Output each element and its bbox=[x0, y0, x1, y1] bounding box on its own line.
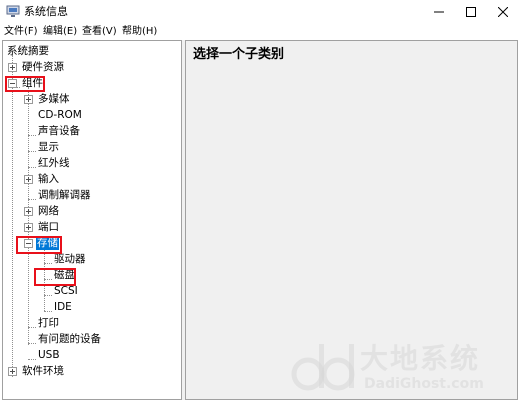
highlight-box-storage bbox=[16, 236, 62, 254]
tree-item-label: 红外线 bbox=[38, 157, 70, 169]
tree-item-ide[interactable]: IDE bbox=[3, 299, 181, 315]
window-title: 系统信息 bbox=[24, 5, 68, 18]
highlight-box-components bbox=[5, 76, 45, 92]
title-bar: 系统信息 bbox=[0, 0, 520, 24]
tree-item-label: 硬件资源 bbox=[22, 61, 64, 73]
menu-bar: 文件(F) 编辑(E) 查看(V) 帮助(H) bbox=[0, 24, 520, 40]
tree-item-label: SCSI bbox=[54, 285, 78, 297]
tree-item-problem-devices[interactable]: 有问题的设备 bbox=[3, 331, 181, 347]
tree-item-label: 有问题的设备 bbox=[38, 333, 101, 345]
tree-item-multimedia[interactable]: 多媒体 bbox=[3, 91, 181, 107]
maximize-button[interactable] bbox=[454, 0, 488, 24]
tree-item-label: IDE bbox=[54, 301, 72, 313]
menu-view[interactable]: 查看(V) bbox=[82, 25, 117, 39]
tree-item-label: USB bbox=[38, 349, 60, 361]
watermark-logo-icon bbox=[291, 344, 355, 391]
details-heading: 选择一个子类别 bbox=[193, 47, 285, 62]
tree-item-label: 网络 bbox=[38, 205, 59, 217]
tree-item-sound-devices[interactable]: 声音设备 bbox=[3, 123, 181, 139]
system-info-app-icon bbox=[6, 5, 20, 17]
tree-item-label: 声音设备 bbox=[38, 125, 80, 137]
tree-item-label: 打印 bbox=[38, 317, 59, 329]
tree-item-label: 系统摘要 bbox=[7, 45, 49, 57]
expand-icon[interactable] bbox=[24, 95, 33, 104]
close-button[interactable] bbox=[486, 0, 520, 24]
menu-file[interactable]: 文件(F) bbox=[4, 25, 38, 39]
tree-item-label: 显示 bbox=[38, 141, 59, 153]
tree-item-display[interactable]: 显示 bbox=[3, 139, 181, 155]
tree-item-label: 驱动器 bbox=[54, 253, 86, 265]
tree-item-label: 调制解调器 bbox=[38, 189, 91, 201]
highlight-box-disks bbox=[34, 268, 76, 286]
category-tree[interactable]: 系统摘要 硬件资源 组件 多媒体 CD-ROM 声音设备 显示 红外线 输入 调… bbox=[2, 40, 182, 400]
tree-item-label: 多媒体 bbox=[38, 93, 70, 105]
expand-icon[interactable] bbox=[24, 223, 33, 232]
tree-item-infrared[interactable]: 红外线 bbox=[3, 155, 181, 171]
tree-item-ports[interactable]: 端口 bbox=[3, 219, 181, 235]
expand-icon[interactable] bbox=[8, 367, 17, 376]
tree-item-scsi[interactable]: SCSI bbox=[3, 283, 181, 299]
watermark-text-en: DadiGhost.com bbox=[364, 376, 484, 392]
watermark: 大地系统 DadiGhost.com bbox=[290, 338, 510, 398]
tree-item-usb[interactable]: USB bbox=[3, 347, 181, 363]
tree-item-modem[interactable]: 调制解调器 bbox=[3, 187, 181, 203]
tree-item-label: 软件环境 bbox=[22, 365, 64, 377]
tree-item-cd-rom[interactable]: CD-ROM bbox=[3, 107, 181, 123]
tree-item-network[interactable]: 网络 bbox=[3, 203, 181, 219]
minimize-icon bbox=[434, 11, 444, 13]
tree-item-hardware-resources[interactable]: 硬件资源 bbox=[3, 59, 181, 75]
tree-item-system-summary[interactable]: 系统摘要 bbox=[3, 43, 181, 59]
close-icon bbox=[498, 7, 508, 17]
expand-icon[interactable] bbox=[24, 175, 33, 184]
tree-item-label: 端口 bbox=[38, 221, 59, 233]
menu-edit[interactable]: 编辑(E) bbox=[43, 25, 77, 39]
maximize-icon bbox=[466, 7, 476, 17]
tree-item-label: 输入 bbox=[38, 173, 59, 185]
tree-item-disks[interactable]: 磁盘 bbox=[3, 267, 181, 283]
watermark-text-cn: 大地系统 bbox=[360, 342, 481, 375]
tree-item-input[interactable]: 输入 bbox=[3, 171, 181, 187]
tree-item-software-environment[interactable]: 软件环境 bbox=[3, 363, 181, 379]
tree-item-label: CD-ROM bbox=[38, 109, 82, 121]
expand-icon[interactable] bbox=[8, 63, 17, 72]
tree-item-printing[interactable]: 打印 bbox=[3, 315, 181, 331]
menu-help[interactable]: 帮助(H) bbox=[122, 25, 157, 39]
minimize-button[interactable] bbox=[422, 0, 456, 24]
expand-icon[interactable] bbox=[24, 207, 33, 216]
